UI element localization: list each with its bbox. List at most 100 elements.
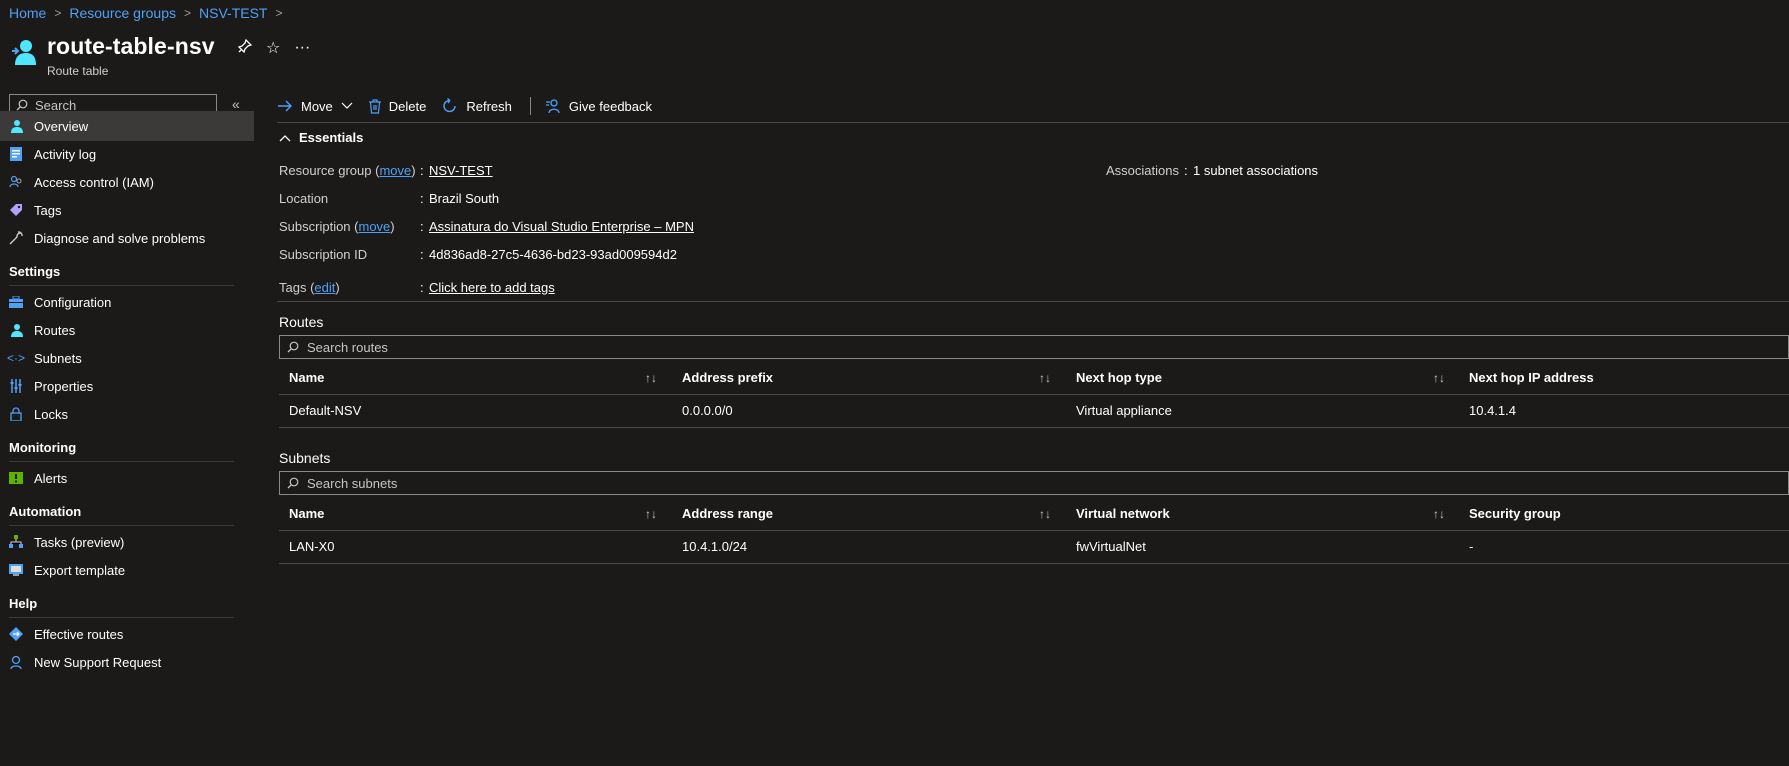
route-table-icon <box>12 40 36 65</box>
routes-search[interactable] <box>279 335 1789 359</box>
sort-icon[interactable]: ↑↓ <box>1433 498 1445 530</box>
more-options-icon[interactable]: ··· <box>294 39 310 57</box>
subnets-grid: Name ↑↓ Address range ↑↓ Virtual network… <box>279 498 1789 564</box>
sidebar-item-diagnose[interactable]: Diagnose and solve problems <box>0 223 254 253</box>
effective-routes-icon <box>9 627 23 641</box>
toolbar-divider <box>529 97 531 115</box>
title-actions: ☆ ··· <box>237 38 310 58</box>
sidebar-item-overview[interactable]: Overview <box>0 111 254 141</box>
column-header-next-hop-ip[interactable]: Next hop IP address <box>1469 362 1594 394</box>
edit-tags-link[interactable]: edit <box>314 280 335 295</box>
section-automation: Automation <box>9 504 234 526</box>
route-next-hop-type: Virtual appliance <box>1076 403 1172 418</box>
sidebar-item-tags[interactable]: Tags <box>0 195 254 225</box>
breadcrumb-resource-groups[interactable]: Resource groups <box>69 5 176 21</box>
sort-icon[interactable]: ↑↓ <box>1039 498 1051 530</box>
chevron-right-icon: > <box>275 6 283 20</box>
subnet-name: LAN-X0 <box>289 539 335 554</box>
star-icon[interactable]: ☆ <box>266 38 280 58</box>
give-feedback-button[interactable]: Give feedback <box>545 98 652 114</box>
column-header-address-range[interactable]: Address range <box>682 498 773 530</box>
subnets-search-input[interactable] <box>305 474 909 492</box>
routes-header-row: Name ↑↓ Address prefix ↑↓ Next hop type … <box>279 362 1789 395</box>
trash-icon <box>368 98 381 114</box>
colon: : <box>420 247 424 262</box>
move-resource-group-link[interactable]: move <box>379 163 411 178</box>
code-brackets-icon: <·> <box>7 351 26 365</box>
breadcrumb-nsv-test[interactable]: NSV-TEST <box>199 5 267 21</box>
command-bar: Move Delete Refresh Give feedback <box>277 92 668 120</box>
refresh-button[interactable]: Refresh <box>442 98 512 114</box>
route-table-icon <box>9 119 23 133</box>
column-header-address-prefix[interactable]: Address prefix <box>682 362 773 394</box>
chevron-right-icon: > <box>54 6 62 20</box>
section-help: Help <box>9 596 234 618</box>
export-template-icon <box>9 563 23 577</box>
sidebar-item-properties[interactable]: Properties <box>0 371 254 401</box>
sort-icon[interactable]: ↑↓ <box>1039 362 1051 394</box>
tags-label: Tags (edit) <box>279 280 340 295</box>
move-button[interactable]: Move <box>277 99 353 114</box>
column-header-virtual-network[interactable]: Virtual network <box>1076 498 1170 530</box>
table-row[interactable]: LAN-X0 10.4.1.0/24 fwVirtualNet - <box>279 531 1789 564</box>
location-label: Location <box>279 191 329 206</box>
sidebar-item-activity-log[interactable]: Activity log <box>0 139 254 169</box>
feedback-icon <box>545 98 561 114</box>
route-icon <box>9 323 23 337</box>
routes-title: Routes <box>279 314 324 330</box>
sidebar-item-effective-routes[interactable]: Effective routes <box>0 619 254 649</box>
column-header-name[interactable]: Name <box>289 362 324 394</box>
refresh-icon <box>442 98 458 114</box>
essentials-divider <box>277 301 1789 302</box>
arrow-right-icon <box>277 100 293 112</box>
sidebar: « Overview Activity log Access control (… <box>0 90 254 766</box>
sidebar-item-locks[interactable]: Locks <box>0 399 254 429</box>
breadcrumb: Home > Resource groups > NSV-TEST > <box>9 5 291 21</box>
colon: : <box>1184 163 1188 178</box>
column-header-name[interactable]: Name <box>289 498 324 530</box>
sort-icon[interactable]: ↑↓ <box>645 362 657 394</box>
sidebar-item-routes[interactable]: Routes <box>0 315 254 345</box>
associations-value: 1 subnet associations <box>1193 163 1319 178</box>
subscription-value-link[interactable]: Assinatura do Visual Studio Enterprise –… <box>429 219 694 234</box>
delete-button[interactable]: Delete <box>368 98 426 114</box>
colon: : <box>420 280 424 295</box>
tasks-icon <box>9 535 23 549</box>
essentials-toggle[interactable]: Essentials <box>279 130 363 145</box>
sidebar-item-support[interactable]: New Support Request <box>0 647 254 677</box>
colon: : <box>420 219 424 234</box>
search-icon <box>287 341 299 353</box>
subscription-id-label: Subscription ID <box>279 247 368 262</box>
pin-icon[interactable] <box>237 38 253 58</box>
sidebar-item-subnets[interactable]: <·> Subnets <box>0 343 254 373</box>
collapse-sidebar-icon[interactable]: « <box>232 96 240 112</box>
colon: : <box>420 163 424 178</box>
activity-log-icon <box>9 147 23 161</box>
sidebar-item-tasks[interactable]: Tasks (preview) <box>0 527 254 557</box>
sidebar-item-export-template[interactable]: Export template <box>0 555 254 585</box>
sliders-icon <box>9 379 23 393</box>
table-row[interactable]: Default-NSV 0.0.0.0/0 Virtual appliance … <box>279 395 1789 428</box>
subnets-header-row: Name ↑↓ Address range ↑↓ Virtual network… <box>279 498 1789 531</box>
page-title: route-table-nsv <box>47 33 215 59</box>
routes-grid: Name ↑↓ Address prefix ↑↓ Next hop type … <box>279 362 1789 428</box>
chevron-up-icon <box>279 130 291 145</box>
search-icon <box>287 477 299 489</box>
wrench-icon <box>9 231 23 245</box>
sort-icon[interactable]: ↑↓ <box>645 498 657 530</box>
resource-group-value-link[interactable]: NSV-TEST <box>429 163 493 178</box>
add-tags-link[interactable]: Click here to add tags <box>429 280 555 295</box>
subnets-search[interactable] <box>279 471 1789 495</box>
routes-search-input[interactable] <box>305 338 909 356</box>
sort-icon[interactable]: ↑↓ <box>1433 362 1445 394</box>
route-next-hop-ip: 10.4.1.4 <box>1469 403 1516 418</box>
move-subscription-link[interactable]: move <box>359 219 391 234</box>
breadcrumb-home[interactable]: Home <box>9 5 46 21</box>
sidebar-item-configuration[interactable]: Configuration <box>0 287 254 317</box>
page-subtitle: Route table <box>47 64 109 78</box>
sidebar-item-access-control[interactable]: Access control (IAM) <box>0 167 254 197</box>
column-header-next-hop-type[interactable]: Next hop type <box>1076 362 1162 394</box>
column-header-security-group[interactable]: Security group <box>1469 498 1561 530</box>
sidebar-item-alerts[interactable]: Alerts <box>0 463 254 493</box>
chevron-down-icon <box>341 102 353 110</box>
